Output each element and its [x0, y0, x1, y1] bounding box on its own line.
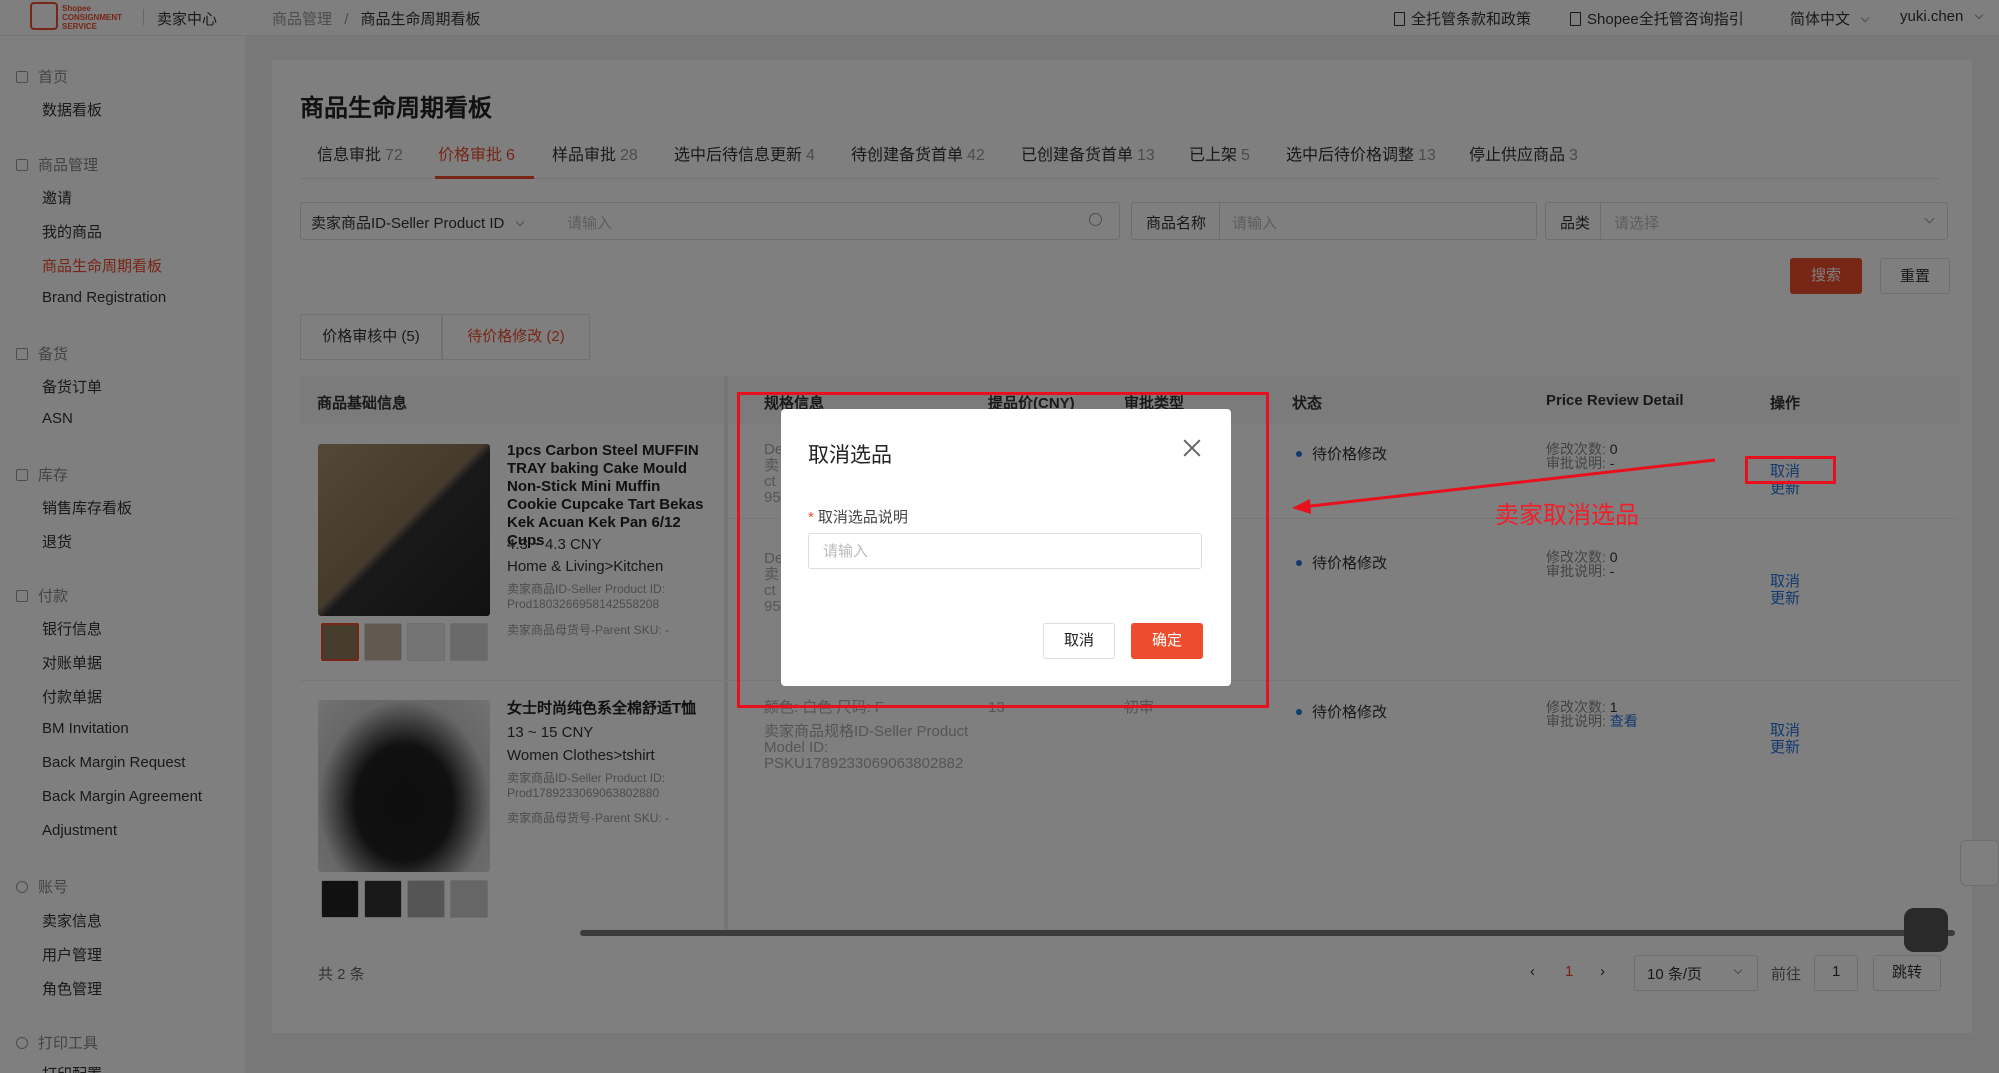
annotation-arrow: [1292, 458, 1716, 514]
annotation-label: 卖家取消选品: [1495, 502, 1639, 529]
